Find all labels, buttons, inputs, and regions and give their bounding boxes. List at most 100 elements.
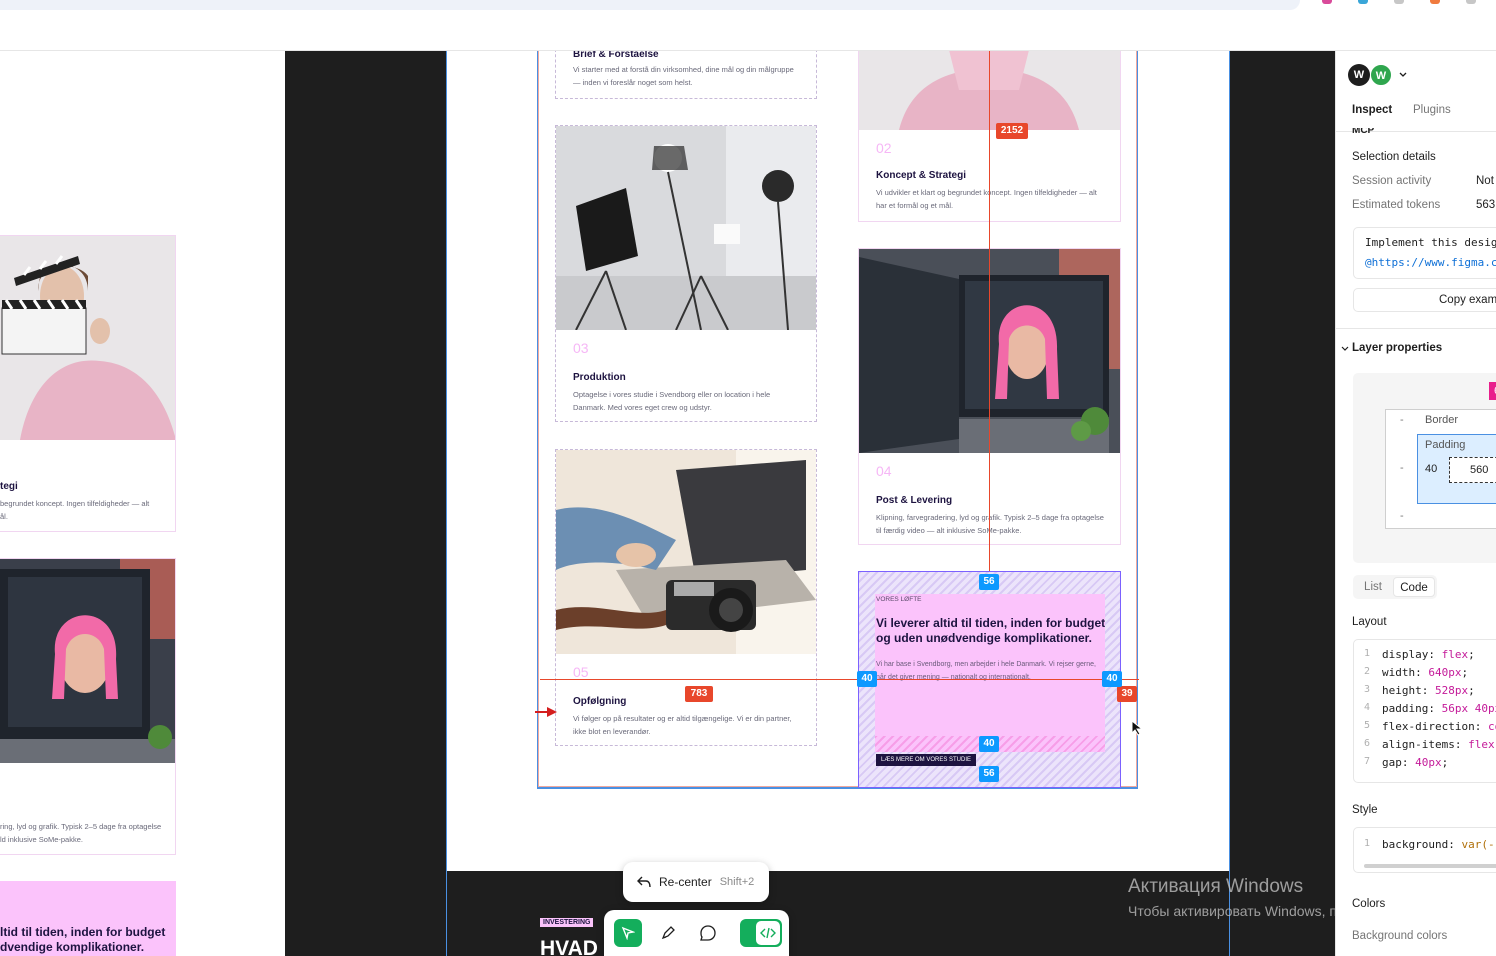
dash-mid: -	[1400, 462, 1404, 474]
left-promise-card[interactable]: ltid til tiden, inden for budget dvendig…	[0, 881, 176, 956]
code-text: padding: 56px 40px	[1382, 702, 1496, 715]
extension-icon[interactable]	[1394, 0, 1404, 4]
user-avatar[interactable]: W	[1348, 64, 1370, 86]
padding-top-label: 56	[979, 574, 999, 590]
measure-arrow-icon	[535, 707, 557, 717]
code-icon	[760, 927, 776, 939]
box-model: 6 Border Padding 5 560 40 5 - - -	[1353, 373, 1496, 563]
chevron-down-icon[interactable]	[1399, 72, 1407, 78]
padding-left-label: 40	[857, 671, 877, 687]
step-number: 02	[876, 140, 892, 156]
address-bar[interactable]	[0, 0, 1300, 10]
dev-mode-knob	[756, 921, 780, 945]
comment-icon	[700, 925, 716, 941]
promise-body: Vi har base i Svendborg, men arbejder i …	[876, 661, 1096, 681]
padding-bottom-label: 56	[979, 766, 999, 782]
extension-icon[interactable]	[1466, 0, 1476, 4]
design-canvas[interactable]: INVESTERING HVAD Brief & Forståelse Vi s…	[285, 51, 1335, 956]
left-card-body: begrundet koncept. Ingen tilfeldigheder …	[0, 499, 150, 521]
cursor-icon	[1131, 720, 1144, 736]
windows-activation-title: Активация Windows	[1128, 876, 1304, 897]
code-text: display: flex;	[1382, 648, 1475, 661]
prompt-text: Implement this desig	[1365, 236, 1496, 249]
recenter-button[interactable]: Re-center Shift+2	[623, 862, 769, 902]
right-offset-label: 39	[1117, 686, 1137, 702]
dev-mode-toggle[interactable]	[740, 919, 782, 947]
camera-laptop-photo	[556, 450, 816, 654]
prompt-link[interactable]: @https://www.figma.c	[1365, 256, 1496, 269]
view-tab-code[interactable]: Code	[1393, 577, 1435, 597]
left-artboard[interactable]: tegi begrundet koncept. Ingen tilfeldigh…	[0, 51, 285, 956]
view-toggle[interactable]: List Code	[1353, 575, 1437, 599]
promise-eyebrow: VORES LØFTE	[876, 596, 922, 603]
line-number: 4	[1363, 702, 1370, 713]
style-code-block[interactable]: 1 background: var(--	[1353, 827, 1496, 873]
view-tab-list[interactable]: List	[1355, 577, 1391, 597]
step-body: Vi udvikler et klart og begrundet koncep…	[876, 188, 1097, 210]
tab-plugins[interactable]: Plugins	[1413, 104, 1451, 116]
style-code-text: background: var(--	[1382, 838, 1496, 851]
step-title: Brief & Forståelse	[573, 51, 659, 60]
padding-left-value: 40	[1425, 463, 1438, 475]
line-number: 6	[1363, 738, 1370, 749]
box-model-margin-top: 6	[1489, 382, 1496, 400]
copy-example-label: Copy exam	[1439, 294, 1496, 306]
left-card-strategy[interactable]: tegi begrundet koncept. Ingen tilfeldigh…	[0, 235, 176, 532]
session-activity-value: Not	[1476, 175, 1494, 187]
investering-badge: INVESTERING	[540, 918, 594, 927]
colors-label: Colors	[1352, 898, 1386, 910]
style-label: Style	[1352, 804, 1378, 816]
tab-inspect[interactable]: Inspect	[1352, 104, 1392, 116]
line-number: 2	[1363, 666, 1370, 677]
comment-tool-button[interactable]	[694, 919, 722, 947]
left-card-title: tegi	[0, 481, 18, 492]
content-width: 560	[1470, 464, 1489, 476]
section-cut-label: MCP	[1352, 125, 1375, 136]
step-card-01[interactable]: Brief & Forståelse Vi starter med at for…	[555, 51, 817, 99]
code-text: gap: 40px;	[1382, 756, 1449, 769]
bottom-toolbar[interactable]	[604, 910, 789, 956]
horizontal-measure-line	[540, 679, 1139, 680]
horizontal-scrollbar[interactable]	[1364, 864, 1496, 868]
extension-icon[interactable]	[1430, 0, 1440, 4]
style-val: var(--	[1461, 838, 1496, 851]
extension-icon[interactable]	[1322, 0, 1332, 4]
left-card-body-2: ring, lyd og grafik. Typisk 2–5 dage fra…	[0, 822, 162, 844]
extension-icon[interactable]	[1358, 0, 1368, 4]
line-number: 5	[1363, 720, 1370, 731]
layout-code-block[interactable]: 1 display: flex; 2 width: 640px; 3 height: 52…	[1353, 639, 1496, 783]
estimated-tokens-value: 563	[1476, 199, 1496, 211]
prompt-box[interactable]: Implement this desig @https://www.figma.…	[1353, 227, 1496, 279]
frame-footer-section[interactable]: INVESTERING HVAD	[446, 871, 1230, 956]
promise-content[interactable]: VORES LØFTE Vi leverer altid til tiden, …	[875, 594, 1105, 736]
horizontal-distance-label: 783	[685, 686, 713, 702]
move-tool-button[interactable]	[614, 919, 642, 947]
layout-label: Layout	[1352, 616, 1387, 628]
chevron-down-icon[interactable]	[1341, 346, 1349, 352]
undo-arrow-icon	[637, 876, 651, 888]
step-card-03[interactable]: 03 Produktion Optagelse i vores studie i…	[555, 125, 817, 422]
padding-label: Padding	[1425, 439, 1466, 451]
padding-right-label: 40	[1102, 671, 1122, 687]
step-number: 03	[573, 340, 589, 356]
selection-details-label: Selection details	[1352, 151, 1436, 163]
inspect-panel[interactable]: W W Inspect Plugins MCP Selection detail…	[1335, 51, 1496, 956]
dash-bottom: -	[1400, 510, 1404, 522]
layer-properties-heading[interactable]: Layer properties	[1352, 342, 1442, 354]
left-card-post[interactable]: ring, lyd og grafik. Typisk 2–5 dage fra…	[0, 558, 176, 855]
vertical-measure-line	[989, 51, 990, 571]
pen-tool-button[interactable]	[654, 919, 682, 947]
vertical-distance-label: 2152	[996, 123, 1028, 139]
left-promise-headline: ltid til tiden, inden for budget dvendig…	[0, 925, 166, 954]
recenter-shortcut: Shift+2	[719, 876, 755, 888]
step-number: 05	[573, 664, 589, 680]
user-avatar-2[interactable]: W	[1370, 64, 1392, 86]
gap-label: 40	[979, 736, 999, 752]
clapperboard-photo	[0, 236, 175, 440]
step-number: 04	[876, 463, 892, 479]
copy-example-button[interactable]: Copy exam	[1353, 288, 1496, 312]
promise-headline: Vi leverer altid til tiden, inden for bu…	[876, 616, 1106, 645]
padding-box: Padding 5 560 40 5	[1417, 434, 1496, 504]
promise-cta-button[interactable]: LÆS MERE OM VORES STUDIE	[876, 754, 977, 766]
step-body: Vi følger op på resultater og er altid t…	[573, 714, 792, 736]
